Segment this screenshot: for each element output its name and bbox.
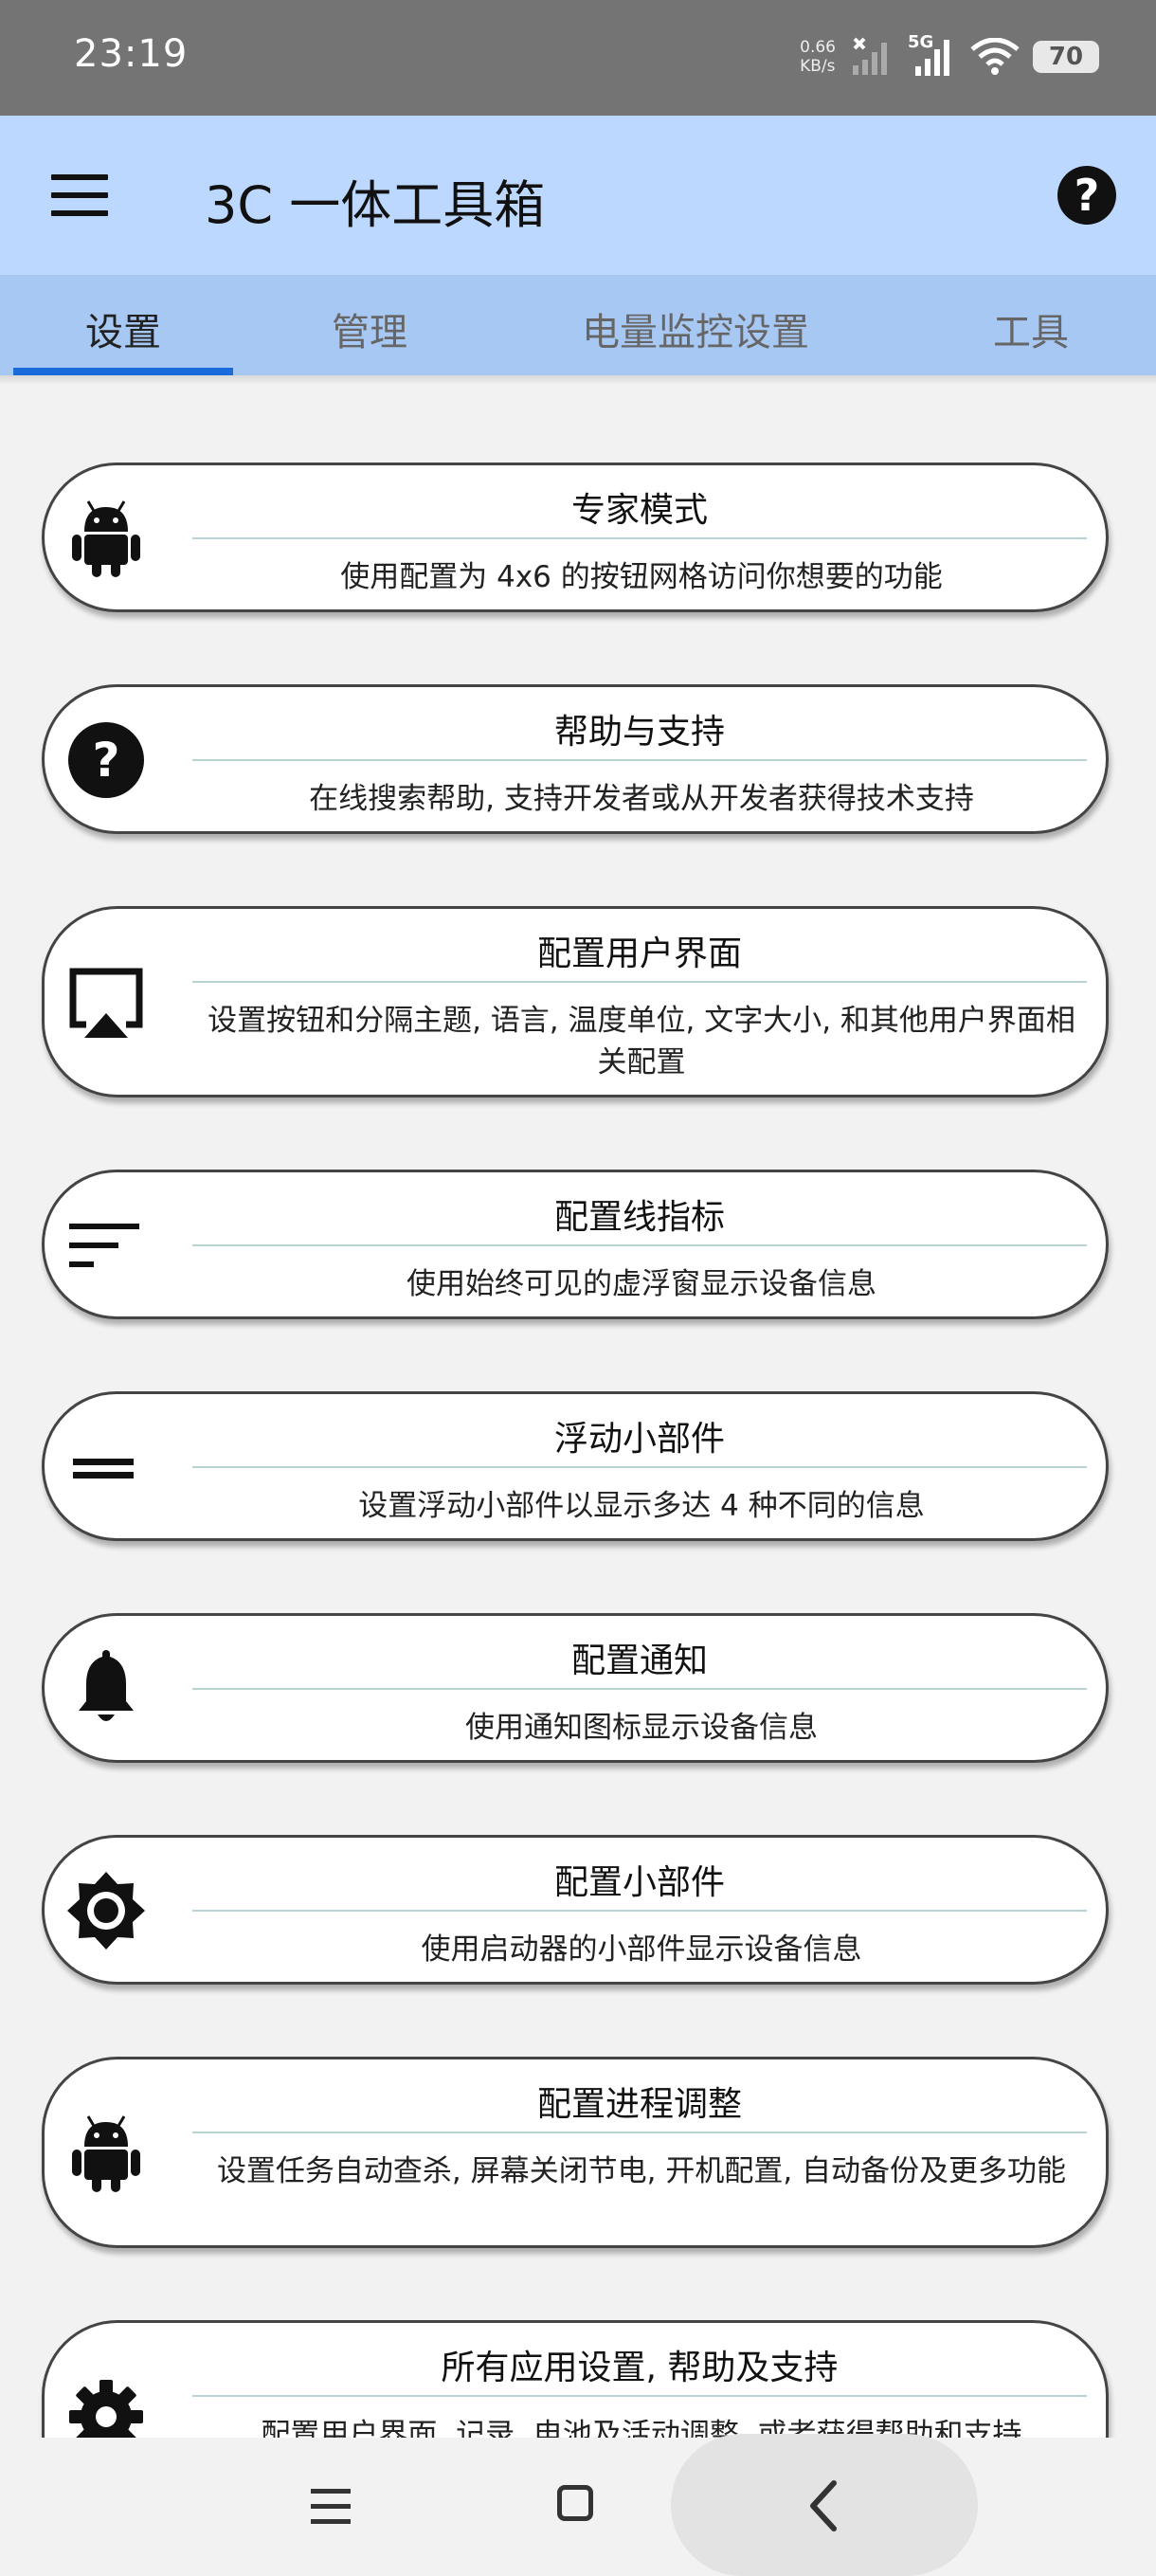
settings-card-configure-ui[interactable]: 配置用户界面 设置按钮和分隔主题, 语言, 温度单位, 文字大小, 和其他用户界…: [42, 906, 1109, 1098]
settings-card-notification[interactable]: 配置通知 使用通知图标显示设备信息: [42, 1613, 1109, 1763]
card-description: 设置任务自动查杀, 屏幕关闭节电, 开机配置, 自动备份及更多功能: [216, 2154, 1067, 2188]
android-icon: [72, 500, 140, 577]
app-bar: 3C 一体工具箱 ?: [0, 116, 1156, 275]
settings-card-floating-widget[interactable]: 浮动小部件 设置浮动小部件以显示多达 4 种不同的信息: [42, 1391, 1109, 1541]
card-title: 帮助与支持: [553, 713, 725, 752]
home-button[interactable]: [557, 2485, 593, 2521]
settings-card-help-support[interactable]: ? 帮助与支持 在线搜索帮助, 支持开发者或从开发者获得技术支持: [42, 684, 1109, 834]
card-description: 设置按钮和分隔主题, 语言, 温度单位, 文字大小, 和其他用户界面相关配置: [208, 1004, 1075, 1079]
help-circle-icon: ?: [68, 722, 144, 798]
network-speed: 0.66 KB/s: [800, 38, 836, 76]
settings-card-line-indicator[interactable]: 配置线指标 使用始终可见的虚浮窗显示设备信息: [42, 1170, 1109, 1319]
card-title: 配置通知: [570, 1642, 708, 1680]
back-button[interactable]: [802, 2477, 847, 2534]
card-description: 在线搜索帮助, 支持开发者或从开发者获得技术支持: [309, 782, 974, 816]
bell-icon: [79, 1650, 134, 1721]
battery-indicator: 70: [1033, 41, 1099, 73]
cast-screen-icon: [69, 968, 143, 1038]
status-bar: 23:19 0.66 KB/s 5G 70: [0, 0, 1156, 116]
active-tab-indicator: [13, 368, 233, 375]
tab-tools[interactable]: 工具: [993, 301, 1069, 356]
no-signal-icon: [853, 37, 887, 75]
card-description: 设置浮动小部件以显示多达 4 种不同的信息: [358, 1489, 925, 1523]
tab-battery-monitor-settings[interactable]: 电量监控设置: [582, 301, 809, 356]
card-title: 所有应用设置, 帮助及支持: [441, 2349, 839, 2387]
svg-text:?: ?: [92, 733, 119, 788]
status-icons: 0.66 KB/s 5G 70: [800, 28, 1099, 85]
card-description: 使用通知图标显示设备信息: [465, 1711, 818, 1745]
sort-lines-icon: [69, 1224, 139, 1267]
card-title: 浮动小部件: [553, 1420, 725, 1459]
menu-icon[interactable]: [51, 174, 108, 216]
card-description: 使用配置为 4x6 的按钮网格访问你想要的功能: [340, 560, 943, 594]
tab-manage[interactable]: 管理: [332, 301, 407, 356]
tab-settings[interactable]: 设置: [85, 301, 161, 356]
tab-bar: 设置 管理 电量监控设置 工具: [0, 275, 1156, 375]
card-title: 配置小部件: [553, 1863, 725, 1902]
card-title: 配置进程调整: [536, 2085, 742, 2124]
brightness-icon: [67, 1872, 145, 1950]
system-nav-bar: [0, 2434, 1156, 2576]
equals-icon: [73, 1459, 134, 1478]
card-description: 使用启动器的小部件显示设备信息: [421, 1932, 862, 1967]
wifi-icon: [970, 38, 1020, 75]
card-title: 专家模式: [570, 491, 708, 530]
settings-card-expert-mode[interactable]: 专家模式 使用配置为 4x6 的按钮网格访问你想要的功能: [42, 463, 1109, 612]
signal-5g-icon: 5G: [908, 32, 957, 78]
recent-apps-button[interactable]: [311, 2489, 351, 2524]
android-icon: [72, 2115, 140, 2192]
card-title: 配置用户界面: [536, 934, 742, 973]
app-title: 3C 一体工具箱: [205, 175, 546, 235]
card-title: 配置线指标: [553, 1198, 725, 1237]
status-time: 23:19: [74, 32, 189, 76]
settings-card-widget[interactable]: 配置小部件 使用启动器的小部件显示设备信息: [42, 1835, 1109, 1985]
help-icon[interactable]: ?: [1057, 166, 1116, 225]
settings-card-process-tuning[interactable]: 配置进程调整 设置任务自动查杀, 屏幕关闭节电, 开机配置, 自动备份及更多功能: [42, 2057, 1109, 2248]
card-description: 使用始终可见的虚浮窗显示设备信息: [406, 1267, 876, 1301]
